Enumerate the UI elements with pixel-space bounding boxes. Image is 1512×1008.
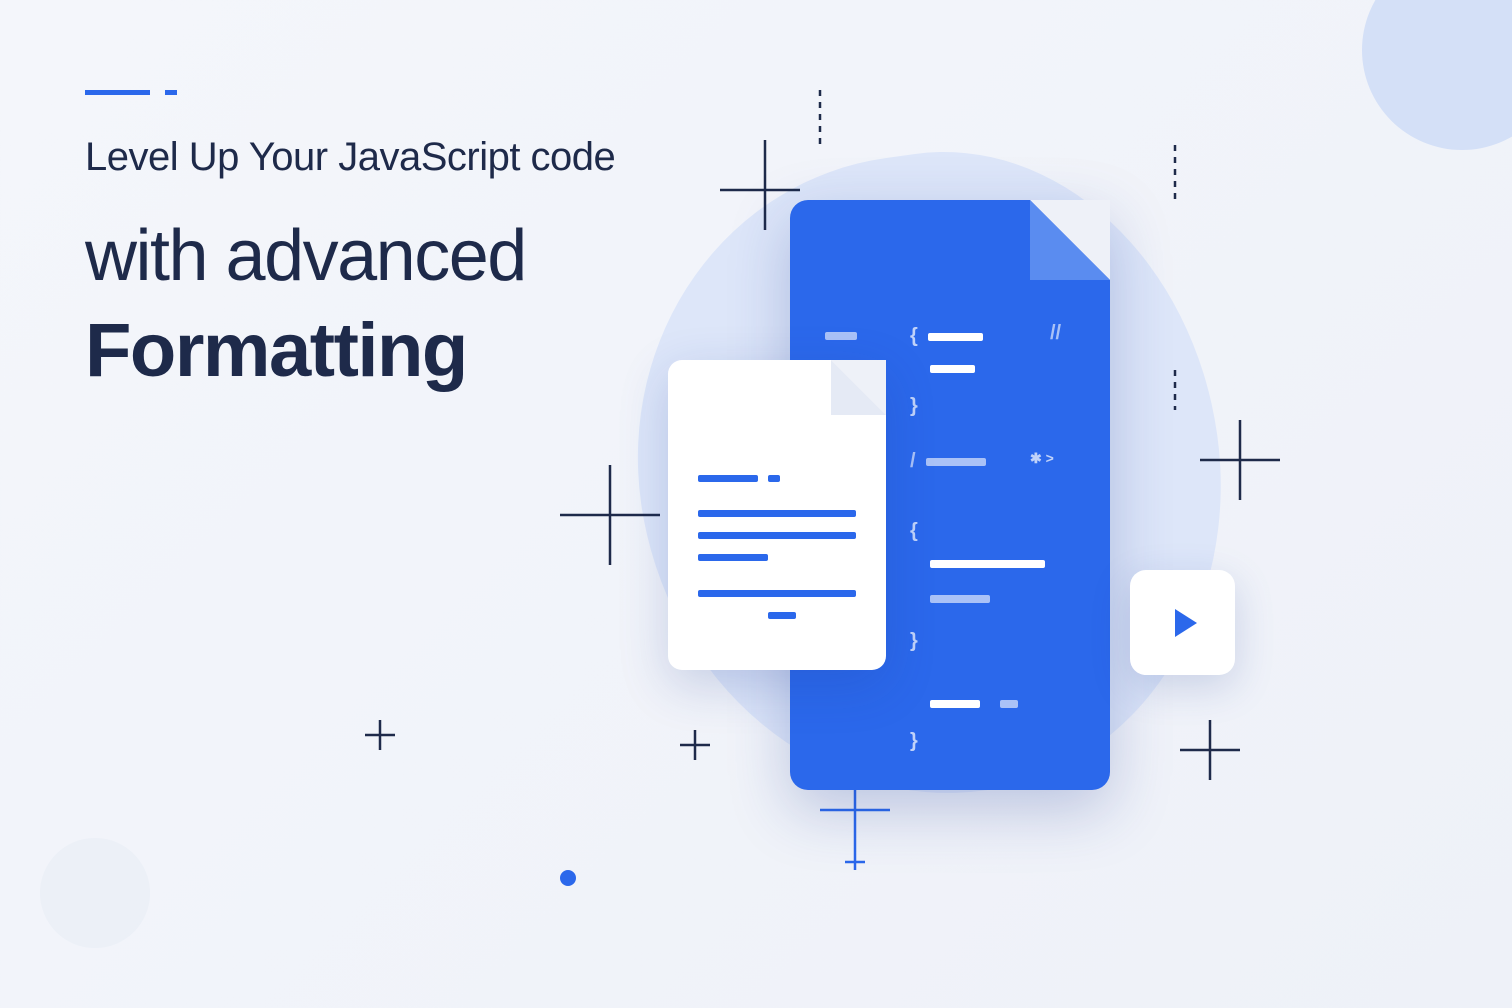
- headline-line-1: Level Up Your JavaScript code: [85, 135, 615, 180]
- text-document-icon: [668, 360, 886, 670]
- accent-line: [85, 90, 177, 95]
- plus-icon: [1160, 370, 1190, 410]
- headline: Level Up Your JavaScript code with advan…: [85, 135, 615, 394]
- plus-icon: [1160, 145, 1190, 205]
- plus-icon: [680, 730, 710, 760]
- play-button[interactable]: [1130, 570, 1235, 675]
- decorative-circle: [1362, 0, 1512, 150]
- headline-line-2: with advanced: [85, 215, 615, 297]
- plus-icon: [1180, 720, 1240, 780]
- plus-icon: [1200, 420, 1280, 500]
- play-icon: [1175, 609, 1197, 637]
- plus-icon: [365, 720, 395, 750]
- headline-line-3: Formatting: [85, 307, 615, 394]
- decorative-circle-small: [40, 838, 150, 948]
- decorative-dot: [560, 870, 576, 886]
- plus-icon: [560, 465, 660, 565]
